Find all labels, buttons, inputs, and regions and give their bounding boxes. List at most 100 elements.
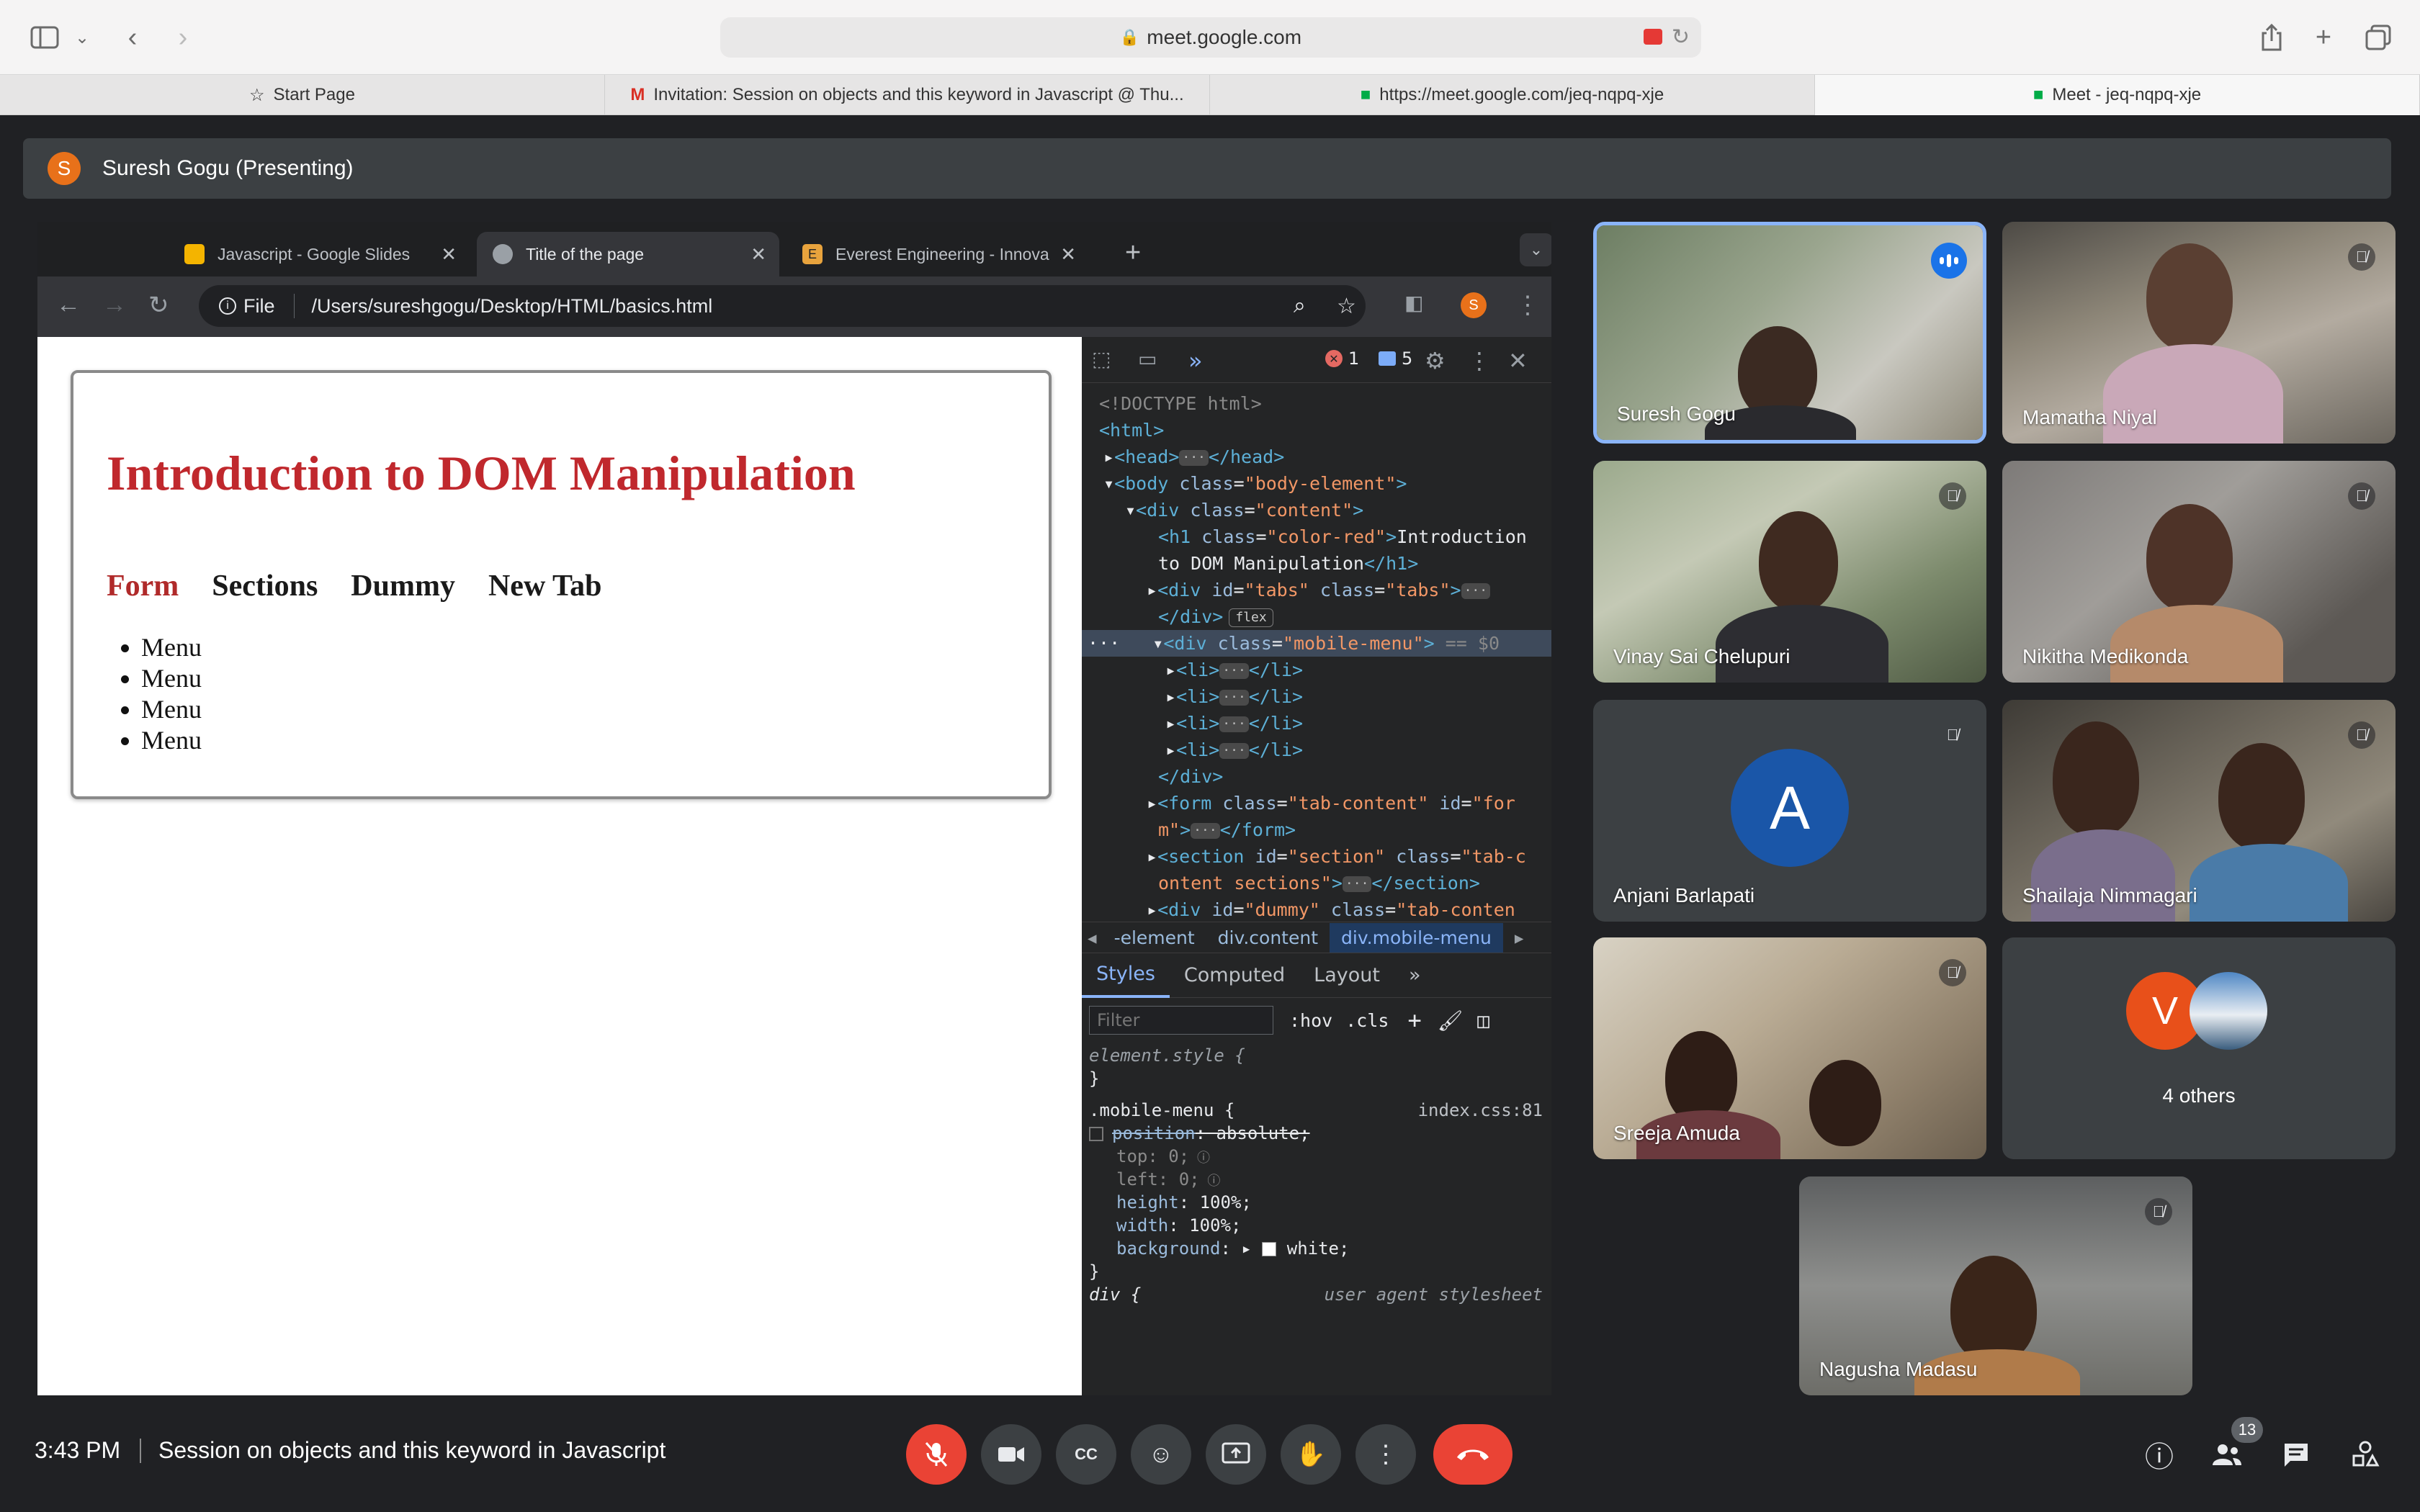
reload-icon[interactable]: ↻ bbox=[1672, 24, 1690, 50]
rule-source-link[interactable]: index.css:81 bbox=[1418, 1099, 1543, 1122]
dom-node[interactable]: ▾<body class="body-element"> bbox=[1082, 470, 1551, 497]
participant-tile[interactable]: 🎙̸ Shailaja Nimmagari bbox=[2002, 700, 2396, 922]
menu-item[interactable]: Menu bbox=[141, 632, 202, 663]
more-options-button[interactable]: ⋮ bbox=[1355, 1424, 1416, 1485]
element-style-rule[interactable]: element.style { bbox=[1089, 1044, 1551, 1067]
tab-layout[interactable]: Layout bbox=[1299, 953, 1394, 998]
dom-node[interactable]: to DOM Manipulation</h1> bbox=[1082, 550, 1551, 577]
emoji-button[interactable]: ☺ bbox=[1131, 1424, 1191, 1485]
paint-icon[interactable]: 🖌 bbox=[1438, 1009, 1464, 1032]
dom-node[interactable]: ▸<section id="section" class="tab-c bbox=[1082, 843, 1551, 870]
close-icon[interactable]: ✕ bbox=[441, 243, 457, 266]
chrome-tab-everest[interactable]: E Everest Engineering - Innova ✕ bbox=[786, 232, 1089, 276]
forward-icon[interactable]: → bbox=[102, 291, 127, 319]
chrome-tab-title[interactable]: Title of the page ✕ bbox=[477, 232, 779, 276]
dom-node[interactable]: m"> ··· </form> bbox=[1082, 816, 1551, 843]
participant-tile[interactable]: 🎙̸ Vinay Sai Chelupuri bbox=[1593, 461, 1986, 683]
dom-node[interactable]: <html> bbox=[1082, 417, 1551, 444]
dom-node[interactable]: ▸<div id="dummy" class="tab-conten bbox=[1082, 896, 1551, 923]
tab-computed[interactable]: Computed bbox=[1170, 953, 1299, 998]
dom-node[interactable]: ▸<head> ··· </head> bbox=[1082, 444, 1551, 470]
tab-gmail-invitation[interactable]: M Invitation: Session on objects and thi… bbox=[605, 75, 1210, 115]
ua-div-rule[interactable]: div {user agent stylesheet bbox=[1089, 1283, 1551, 1306]
tab-start-page[interactable]: ☆ Start Page bbox=[0, 75, 605, 115]
menu-item[interactable]: Menu bbox=[141, 725, 202, 756]
more-vert-icon[interactable]: ⋮ bbox=[1515, 291, 1540, 320]
reload-icon[interactable]: ↻ bbox=[148, 291, 169, 320]
tab-meet-active[interactable]: ■ Meet - jeq-nqpq-xje bbox=[1815, 75, 2420, 115]
end-call-button[interactable] bbox=[1433, 1424, 1512, 1485]
error-counter[interactable]: ✕ 1 bbox=[1325, 348, 1359, 369]
filter-input[interactable] bbox=[1089, 1006, 1273, 1035]
dom-node[interactable]: ▸<form class="tab-content" id="for bbox=[1082, 790, 1551, 816]
crumb[interactable]: -element bbox=[1103, 927, 1206, 948]
issue-counter[interactable]: 5 bbox=[1379, 348, 1412, 369]
bookmark-star-icon[interactable]: ☆ bbox=[1337, 294, 1356, 319]
zoom-icon[interactable]: ⌕ bbox=[1294, 294, 1306, 318]
participant-tile[interactable]: 🎙̸ Mamatha Niyal bbox=[2002, 222, 2396, 444]
inspect-icon[interactable]: ⬚ bbox=[1092, 347, 1111, 371]
page-tab-new-tab[interactable]: New Tab bbox=[488, 569, 602, 603]
participant-tile[interactable]: 🎙̸ Nagusha Madasu bbox=[1799, 1176, 2192, 1395]
dom-node[interactable]: </div> flex bbox=[1082, 603, 1551, 630]
css-declaration[interactable]: width: 100%; bbox=[1089, 1214, 1551, 1237]
dom-node[interactable]: ▸<div id="tabs" class="tabs"> ··· bbox=[1082, 577, 1551, 603]
new-tab-icon[interactable]: + bbox=[2303, 19, 2344, 56]
participant-tile[interactable]: A 🎙̸ Anjani Barlapati bbox=[1593, 700, 1986, 922]
meeting-info-icon[interactable]: ⓘ bbox=[2136, 1431, 2182, 1477]
side-panel-icon[interactable]: ◧ bbox=[1404, 291, 1423, 315]
camera-button[interactable] bbox=[981, 1424, 1041, 1485]
tab-search-icon[interactable]: ⌄ bbox=[1520, 233, 1551, 266]
back-icon[interactable]: ← bbox=[56, 291, 81, 319]
page-tab-dummy[interactable]: Dummy bbox=[351, 569, 455, 603]
sidebar-toggle-icon[interactable]: ◫ bbox=[1477, 1009, 1489, 1032]
dom-node[interactable]: <!DOCTYPE html> bbox=[1082, 390, 1551, 417]
dom-node[interactable]: ontent sections"> ··· </section> bbox=[1082, 870, 1551, 896]
participant-tile[interactable]: 🎙̸ Sreeja Amuda bbox=[1593, 937, 1986, 1159]
captions-button[interactable]: CC bbox=[1056, 1424, 1116, 1485]
share-icon[interactable] bbox=[2251, 19, 2292, 56]
page-tab-form[interactable]: Form bbox=[107, 569, 179, 603]
dom-node[interactable]: ▸<li> ··· </li> bbox=[1082, 737, 1551, 763]
settings-gear-icon[interactable]: ⚙ bbox=[1425, 347, 1446, 374]
crumb-current[interactable]: div.mobile-menu bbox=[1330, 922, 1503, 953]
raise-hand-button[interactable]: ✋ bbox=[1281, 1424, 1341, 1485]
others-tile[interactable]: V 4 others bbox=[2002, 937, 2396, 1159]
menu-item[interactable]: Menu bbox=[141, 663, 202, 694]
dom-node[interactable]: ▸<li> ··· </li> bbox=[1082, 657, 1551, 683]
tab-overview-icon[interactable] bbox=[2358, 19, 2398, 56]
close-icon[interactable]: ✕ bbox=[1060, 243, 1076, 266]
forward-icon[interactable]: › bbox=[163, 19, 203, 56]
close-icon[interactable]: ✕ bbox=[750, 243, 766, 266]
mobile-menu-rule[interactable]: .mobile-menu {index.css:81 bbox=[1089, 1099, 1551, 1122]
tab-meet-url[interactable]: ■ https://meet.google.com/jeq-nqpq-xje bbox=[1210, 75, 1815, 115]
activities-icon[interactable] bbox=[2342, 1431, 2388, 1477]
device-toggle-icon[interactable]: ▭ bbox=[1138, 347, 1157, 371]
css-declaration[interactable]: top: 0; ⓘ bbox=[1089, 1145, 1551, 1168]
more-panels-icon[interactable]: » bbox=[1188, 347, 1203, 374]
more-tabs-icon[interactable]: » bbox=[1394, 953, 1435, 998]
chevron-right-icon[interactable]: ▸ bbox=[1503, 927, 1536, 948]
new-tab-icon[interactable]: + bbox=[1125, 238, 1141, 269]
crumb[interactable]: div.content bbox=[1206, 927, 1330, 948]
tab-styles[interactable]: Styles bbox=[1082, 953, 1170, 998]
profile-avatar[interactable]: S bbox=[1461, 292, 1487, 318]
new-rule-icon[interactable]: + bbox=[1407, 1007, 1421, 1034]
chevron-down-icon[interactable]: ⌄ bbox=[62, 19, 102, 56]
more-vert-icon[interactable]: ⋮ bbox=[1468, 347, 1491, 374]
address-bar[interactable]: 🔒 meet.google.com ↻ bbox=[720, 17, 1701, 58]
dom-node[interactable]: </div> bbox=[1082, 763, 1551, 790]
dom-node-selected[interactable]: ··· ▾<div class="mobile-menu"> == $0 bbox=[1082, 630, 1551, 657]
sidebar-toggle-icon[interactable] bbox=[24, 19, 65, 56]
menu-item[interactable]: Menu bbox=[141, 694, 202, 725]
hov-toggle[interactable]: :hov bbox=[1289, 1010, 1332, 1031]
dom-node[interactable]: ▾<div class="content"> bbox=[1082, 497, 1551, 523]
cls-toggle[interactable]: .cls bbox=[1345, 1010, 1389, 1031]
back-icon[interactable]: ‹ bbox=[112, 19, 153, 56]
dom-node[interactable]: ▸<li> ··· </li> bbox=[1082, 683, 1551, 710]
page-tab-sections[interactable]: Sections bbox=[212, 569, 318, 603]
chrome-tab-slides[interactable]: Javascript - Google Slides ✕ bbox=[169, 232, 470, 276]
chevron-left-icon[interactable]: ◂ bbox=[1082, 927, 1103, 948]
dom-node[interactable]: <h1 class="color-red">Introduction bbox=[1082, 523, 1551, 550]
omnibox[interactable]: i File /Users/sureshgogu/Desktop/HTML/ba… bbox=[199, 285, 1366, 327]
